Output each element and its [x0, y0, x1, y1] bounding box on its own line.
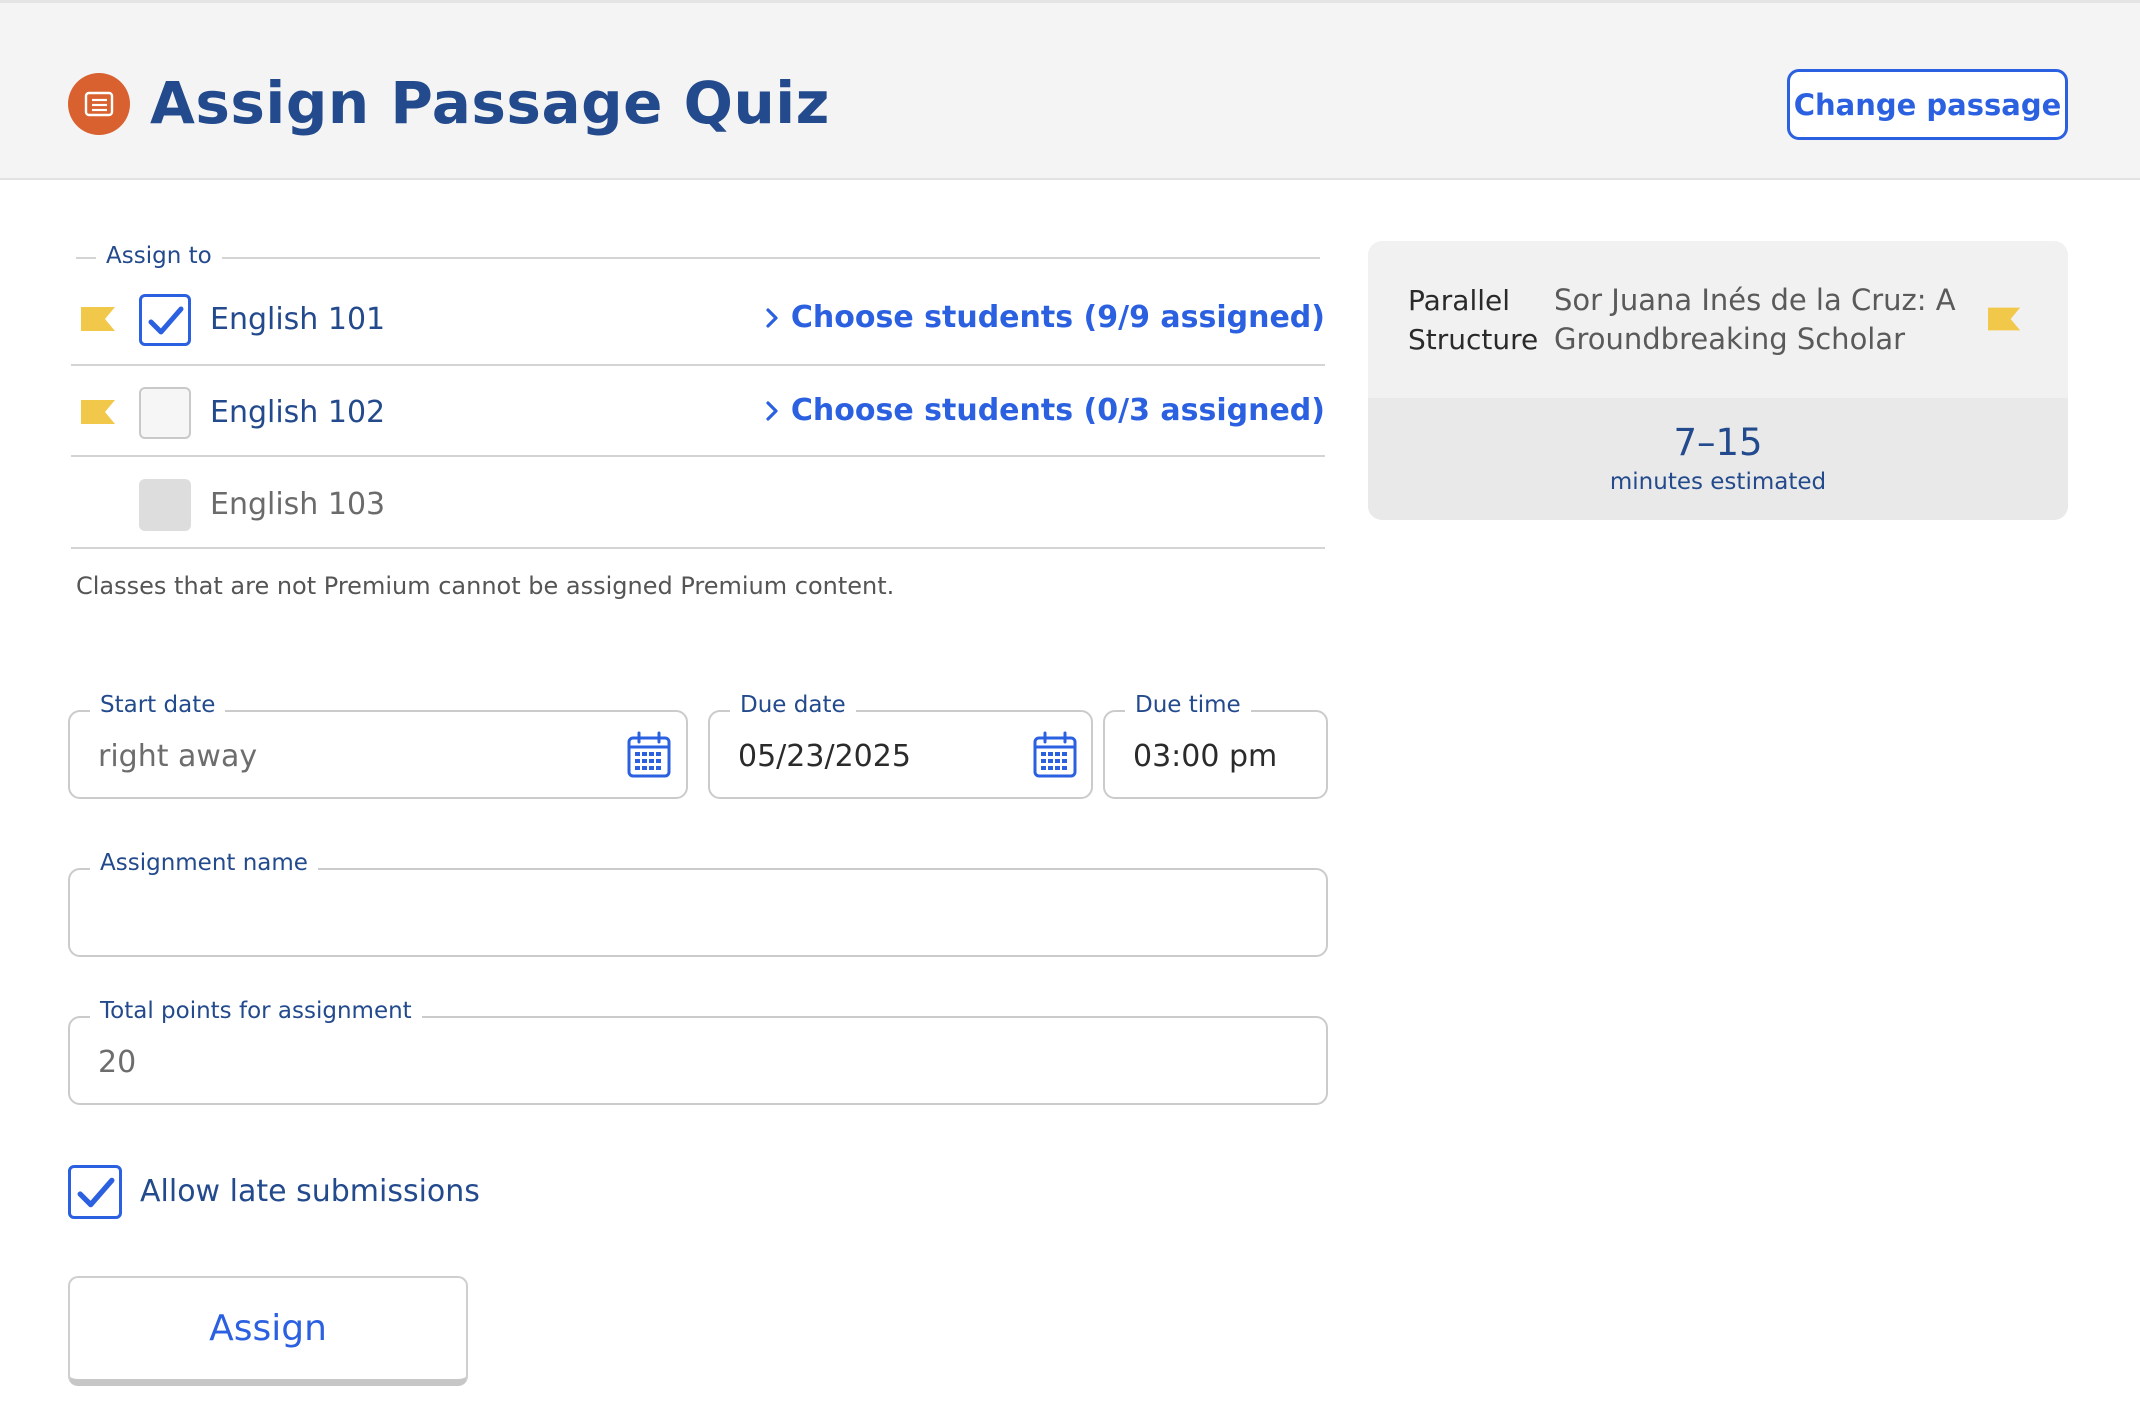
allow-late-checkbox[interactable]	[68, 1165, 122, 1219]
class-name: English 102	[210, 395, 386, 430]
class-row-english-101: English 101 Choose students (9/9 assigne…	[71, 272, 1325, 364]
class-name: English 101	[210, 302, 386, 337]
time-estimate: 7–15 minutes estimated	[1368, 398, 2068, 520]
allow-late-label[interactable]: Allow late submissions	[140, 1174, 480, 1209]
class-checkbox-english-102[interactable]	[139, 387, 191, 439]
due-date-input[interactable]: 05/23/2025	[738, 739, 911, 774]
checkmark-icon	[77, 1177, 115, 1208]
choose-students-link-english-101[interactable]: Choose students (9/9 assigned)	[765, 300, 1325, 335]
passage-summary-card: Parallel Structure Sor Juana Inés de la …	[1368, 241, 2068, 520]
checkmark-icon	[148, 306, 184, 335]
newspaper-icon	[68, 73, 130, 135]
total-points-label: Total points for assignment	[90, 998, 422, 1024]
minutes-label: minutes estimated	[1609, 469, 1827, 495]
page-header: Assign Passage Quiz Change passage	[0, 0, 2140, 180]
chevron-right-icon	[766, 400, 778, 421]
assign-button[interactable]: Assign	[68, 1276, 468, 1386]
fieldset-border	[76, 257, 96, 259]
calendar-icon[interactable]	[626, 730, 672, 780]
premium-note: Classes that are not Premium cannot be a…	[76, 572, 895, 600]
page-title: Assign Passage Quiz	[150, 69, 830, 137]
premium-flag-icon	[81, 307, 115, 331]
due-time-label: Due time	[1125, 692, 1251, 718]
skill-name: Parallel Structure	[1408, 281, 1548, 359]
minutes-value: 7–15	[1673, 421, 1763, 464]
due-date-label: Due date	[730, 692, 856, 718]
assign-to-legend: Assign to	[106, 243, 212, 269]
choose-students-link-english-102[interactable]: Choose students (0/3 assigned)	[765, 393, 1325, 428]
due-date-field[interactable]: Due date 05/23/2025	[708, 692, 1093, 799]
premium-flag-icon	[81, 400, 115, 424]
choose-students-label: Choose students (0/3 assigned)	[790, 393, 1325, 428]
class-row-english-102: English 102 Choose students (0/3 assigne…	[71, 365, 1325, 457]
class-checkbox-english-103	[139, 479, 191, 531]
fieldset-border	[222, 257, 1320, 259]
start-date-input[interactable]: right away	[98, 739, 257, 774]
assignment-name-field[interactable]: Assignment name	[68, 850, 1328, 957]
premium-flag-icon	[1988, 307, 2021, 331]
skill-label: Parallel Structure	[1408, 284, 1539, 356]
start-date-field[interactable]: Start date right away	[68, 692, 688, 799]
class-checkbox-english-101[interactable]	[139, 294, 191, 346]
total-points-input[interactable]: 20	[98, 1045, 136, 1080]
divider	[71, 547, 1325, 549]
start-date-label: Start date	[90, 692, 226, 718]
calendar-icon[interactable]	[1032, 730, 1078, 780]
due-time-field[interactable]: Due time 03:00 pm	[1103, 692, 1328, 799]
change-passage-button[interactable]: Change passage	[1787, 69, 2068, 140]
chevron-right-icon	[766, 307, 778, 328]
due-time-input[interactable]: 03:00 pm	[1133, 739, 1277, 774]
class-row-english-103: English 103	[71, 457, 1325, 549]
choose-students-label: Choose students (9/9 assigned)	[790, 300, 1325, 335]
total-points-field[interactable]: Total points for assignment 20	[68, 998, 1328, 1105]
passage-title: Sor Juana Inés de la Cruz: A Groundbreak…	[1554, 283, 1956, 356]
class-name: English 103	[210, 487, 386, 522]
assignment-name-label: Assignment name	[90, 850, 318, 876]
